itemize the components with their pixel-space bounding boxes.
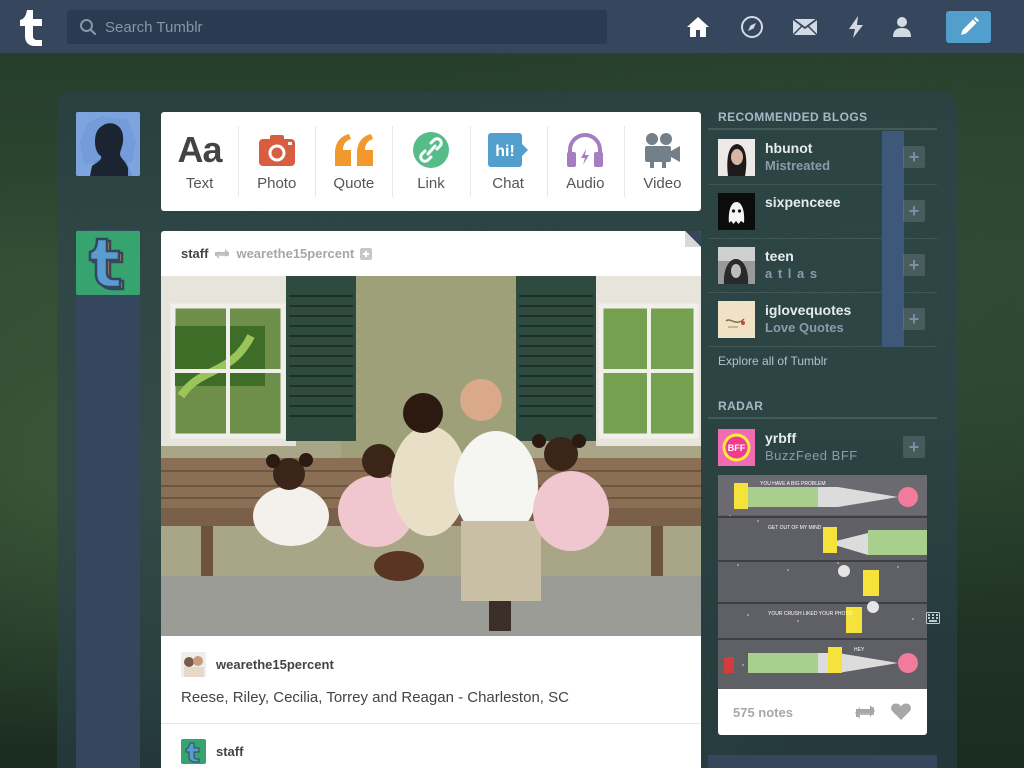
search-icon xyxy=(80,19,97,36)
post-type-video[interactable]: Video xyxy=(623,112,701,211)
follow-plus-icon[interactable] xyxy=(360,247,373,260)
messages-icon[interactable] xyxy=(792,14,818,40)
blog-name[interactable]: teen xyxy=(765,248,794,264)
follow-button[interactable]: + xyxy=(903,200,925,222)
explore-icon[interactable] xyxy=(739,14,765,40)
blog-avatar[interactable] xyxy=(718,139,755,176)
post-reblog-author: staff xyxy=(181,739,243,764)
my-avatar[interactable] xyxy=(76,112,140,176)
comic-caption: GET OUT OF MY MIND xyxy=(768,525,822,531)
camera-icon xyxy=(238,130,315,170)
post-type-label: Link xyxy=(417,175,445,192)
staff-mini-avatar[interactable] xyxy=(181,739,206,764)
radar-post-image[interactable]: YOU HAVE A BIG PROBLEM GET OUT OF MY MIN… xyxy=(718,475,927,689)
post-type-text[interactable]: Aa Text xyxy=(161,112,238,211)
post-type-quote[interactable]: Quote xyxy=(315,112,392,211)
chat-icon: hi! xyxy=(470,130,547,170)
source-avatar[interactable] xyxy=(181,652,206,677)
blog-avatar[interactable] xyxy=(718,247,755,284)
blog-name[interactable]: hbunot xyxy=(765,140,812,156)
compose-button[interactable] xyxy=(946,11,991,43)
post-author-link[interactable]: staff xyxy=(181,246,208,261)
post-type-label: Photo xyxy=(257,175,297,192)
post-source: wearethe15percent xyxy=(181,652,334,677)
svg-text:hi!: hi! xyxy=(495,143,515,160)
top-navigation-bar xyxy=(0,0,1024,54)
comic-caption: YOUR CRUSH LIKED YOUR PHOTO xyxy=(768,611,852,617)
follow-button[interactable]: + xyxy=(903,146,925,168)
radar-follow-button[interactable]: + xyxy=(903,436,925,458)
recommended-blog-item[interactable]: iglovequotes Love Quotes + xyxy=(708,293,937,347)
post-photo[interactable] xyxy=(161,276,701,636)
post-type-chat[interactable]: hi! Chat xyxy=(469,112,547,211)
blog-avatar[interactable] xyxy=(718,301,755,338)
reblog-icon[interactable] xyxy=(854,703,876,721)
page-fold xyxy=(685,231,701,247)
recommended-blog-item[interactable]: hbunot Mistreated + xyxy=(708,131,937,185)
post-type-audio[interactable]: Audio xyxy=(546,112,624,211)
dashboard-post: staff wearethe15percent wearethe15percen… xyxy=(161,231,701,768)
radar-blog-avatar[interactable]: BFF xyxy=(718,429,755,466)
tumblr-logo-icon[interactable] xyxy=(14,8,50,46)
text-icon: Aa xyxy=(177,129,223,170)
reblogged-from-link[interactable]: wearethe15percent xyxy=(236,246,354,261)
recommended-divider xyxy=(708,128,937,130)
follow-button[interactable]: + xyxy=(903,254,925,276)
post-type-label: Quote xyxy=(333,175,375,192)
avatar-column xyxy=(76,230,140,768)
notes-count[interactable]: 575 notes xyxy=(733,705,793,720)
account-icon[interactable] xyxy=(889,14,915,40)
search-box[interactable] xyxy=(67,10,607,44)
blog-subtitle: a t l a s xyxy=(765,266,819,281)
staff-link[interactable]: staff xyxy=(216,744,243,759)
post-type-label: Text xyxy=(185,175,214,192)
blog-accent xyxy=(882,185,904,239)
video-camera-icon xyxy=(624,130,701,170)
radar-blog-subtitle: BuzzFeed BFF xyxy=(765,448,858,463)
blog-name[interactable]: iglovequotes xyxy=(765,302,851,318)
blog-accent xyxy=(882,293,904,347)
post-type-label: Audio xyxy=(566,175,605,192)
radar-blog-item[interactable]: BFF yrbff BuzzFeed BFF + xyxy=(708,421,937,475)
recommended-blog-item[interactable]: sixpenceee + xyxy=(708,185,937,239)
home-icon[interactable] xyxy=(685,14,711,40)
post-type-photo[interactable]: Photo xyxy=(238,112,315,211)
like-heart-icon[interactable] xyxy=(890,703,912,721)
follow-button[interactable]: + xyxy=(903,308,925,330)
reblog-icon xyxy=(215,248,230,259)
blog-subtitle: Mistreated xyxy=(765,158,831,173)
source-blog-link[interactable]: wearethe15percent xyxy=(216,657,334,672)
radar-blog-name[interactable]: yrbff xyxy=(765,430,796,446)
blog-name[interactable]: sixpenceee xyxy=(765,194,841,210)
pencil-icon xyxy=(960,17,979,35)
recommended-blog-item[interactable]: teen a t l a s + xyxy=(708,239,937,293)
blog-accent xyxy=(882,239,904,293)
activity-icon[interactable] xyxy=(843,14,869,40)
comic-caption: YOU HAVE A BIG PROBLEM xyxy=(760,481,825,487)
blog-subtitle: Love Quotes xyxy=(765,320,844,335)
post-type-link[interactable]: Link xyxy=(392,112,469,211)
post-divider xyxy=(161,723,701,724)
quote-icon xyxy=(315,130,392,170)
keyboard-shortcuts-icon[interactable] xyxy=(926,611,940,624)
recommended-blogs-title: RECOMMENDED BLOGS xyxy=(718,110,868,124)
post-type-label: Chat xyxy=(492,175,524,192)
search-input[interactable] xyxy=(105,10,600,44)
svg-text:BFF: BFF xyxy=(728,443,746,453)
headphones-icon xyxy=(547,130,624,170)
post-type-label: Video xyxy=(643,175,682,192)
post-caption: Reese, Riley, Cecilia, Torrey and Reagan… xyxy=(181,689,569,706)
post-header: staff wearethe15percent xyxy=(181,246,373,261)
blog-accent xyxy=(882,131,904,185)
radar-title: RADAR xyxy=(718,399,764,413)
radar-post-footer: 575 notes xyxy=(718,689,927,735)
comic-caption: HEY xyxy=(854,647,865,653)
post-type-bar: Aa Text Photo Quote Link hi! Chat Audio xyxy=(161,112,701,211)
blog-avatar[interactable] xyxy=(718,193,755,230)
radar-next-block xyxy=(708,755,937,768)
explore-link[interactable]: Explore all of Tumblr xyxy=(718,354,827,368)
link-icon xyxy=(392,130,469,170)
radar-divider xyxy=(708,417,937,419)
staff-avatar[interactable] xyxy=(76,231,140,295)
